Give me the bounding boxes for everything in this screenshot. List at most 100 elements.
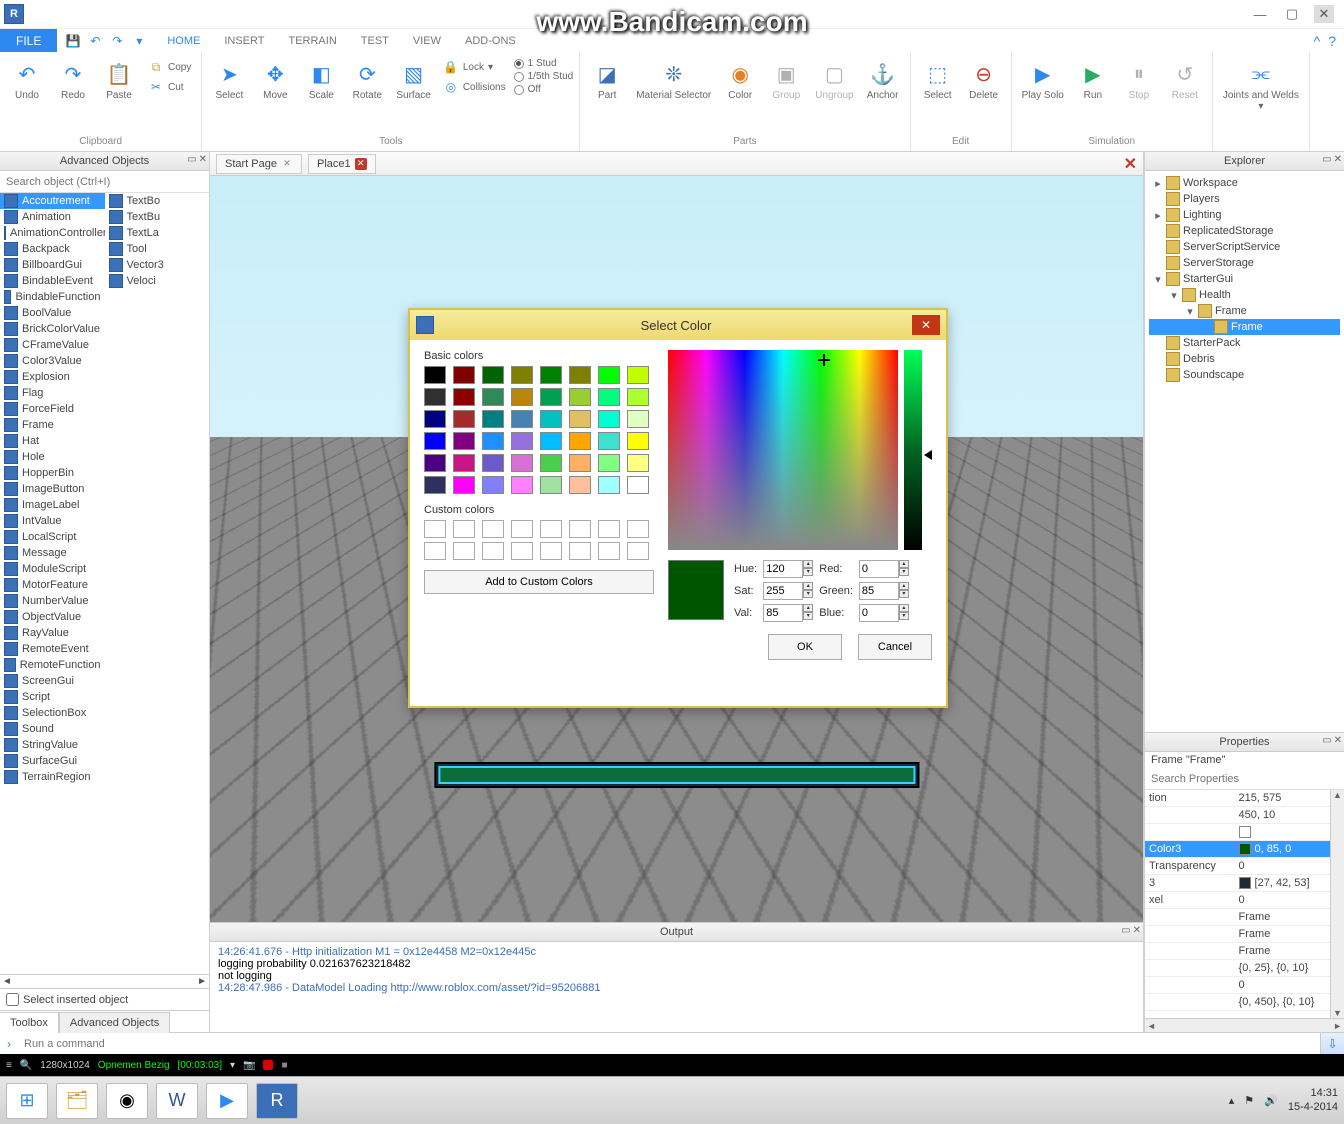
object-list-hscroll[interactable]: ◄► [0,974,209,988]
custom-color-swatch[interactable] [482,520,504,538]
hue-spinner[interactable]: ▴▾ [803,560,813,578]
green-spinner[interactable]: ▴▾ [899,582,909,600]
group-button[interactable]: ▣Group [765,56,807,103]
luminance-slider[interactable] [904,350,922,550]
redo-qat-icon[interactable]: ↷ [109,33,125,49]
color-swatch[interactable] [569,388,591,406]
minimize-button[interactable]: — [1250,5,1270,23]
property-row[interactable]: Frame [1145,926,1344,943]
color-swatch[interactable] [598,366,620,384]
object-item[interactable]: Backpack [0,241,105,257]
bc-camera-icon[interactable]: 📷 [243,1060,255,1071]
color-swatch[interactable] [424,476,446,494]
object-item[interactable]: RayValue [0,625,105,641]
object-item[interactable]: BindableEvent [0,273,105,289]
tree-node[interactable]: ▾Health [1149,287,1340,303]
sat-input[interactable] [763,582,803,600]
object-item[interactable]: AnimationController [0,225,105,241]
color-swatch[interactable] [627,388,649,406]
taskbar-clock[interactable]: 14:31 15-4-2014 [1288,1087,1338,1113]
doc-tab-startpage[interactable]: Start Page✕ [216,154,302,174]
property-row[interactable]: tion215, 575 [1145,790,1344,807]
object-item[interactable]: TerrainRegion [0,769,105,785]
color-swatch[interactable] [482,454,504,472]
tab-insert[interactable]: INSERT [212,31,276,51]
object-item[interactable]: Message [0,545,105,561]
custom-color-swatch[interactable] [540,542,562,560]
panel-float-icon[interactable]: ▭ [1322,154,1331,165]
color-button[interactable]: ◉Color [719,56,761,103]
color-spectrum[interactable] [668,350,898,550]
health-bar-gui[interactable] [434,762,919,788]
object-search-input[interactable] [0,171,209,192]
property-row[interactable]: {0, 25}, {0, 10} [1145,960,1344,977]
lock-button[interactable]: 🔒Lock ▾ [439,58,510,76]
tray-volume-icon[interactable]: 🔊 [1264,1094,1278,1107]
collisions-button[interactable]: ◎Collisions [439,78,510,96]
ungroup-button[interactable]: ▢Ungroup [811,56,857,103]
tray-flag-icon[interactable]: ⚑ [1244,1094,1254,1107]
tab-view[interactable]: VIEW [401,31,453,51]
object-item[interactable]: Veloci [105,273,210,289]
color-swatch[interactable] [598,454,620,472]
object-item[interactable]: Script [0,689,105,705]
tree-node[interactable]: StarterPack [1149,335,1340,351]
color-swatch[interactable] [569,410,591,428]
object-item[interactable]: ImageLabel [0,497,105,513]
tab-addons[interactable]: ADD-ONS [453,31,528,51]
select-inserted-checkbox[interactable]: Select inserted object [0,988,209,1010]
custom-color-swatch[interactable] [453,520,475,538]
qat-dropdown-icon[interactable]: ▾ [131,33,147,49]
sat-spinner[interactable]: ▴▾ [803,582,813,600]
tree-node[interactable]: ServerScriptService [1149,239,1340,255]
object-item[interactable]: HopperBin [0,465,105,481]
color-swatch[interactable] [482,432,504,450]
object-item[interactable]: BindableFunction [0,289,105,305]
object-item[interactable]: RemoteEvent [0,641,105,657]
tab-test[interactable]: TEST [349,31,401,51]
object-item[interactable]: LocalScript [0,529,105,545]
chrome-taskbar-icon[interactable]: ◉ [106,1083,148,1119]
color-swatch[interactable] [453,366,475,384]
color-swatch[interactable] [482,366,504,384]
property-row[interactable]: xel0 [1145,892,1344,909]
object-item[interactable]: BillboardGui [0,257,105,273]
maximize-button[interactable]: ▢ [1282,5,1302,23]
color-swatch[interactable] [540,366,562,384]
object-item[interactable]: ScreenGui [0,673,105,689]
custom-color-swatch[interactable] [540,520,562,538]
object-item[interactable]: ImageButton [0,481,105,497]
object-item[interactable]: Frame [0,417,105,433]
properties-vscroll[interactable]: ▲▼ [1330,790,1344,1018]
select-edit-button[interactable]: ⬚Select [917,56,959,103]
properties-hscroll[interactable]: ◄► [1145,1018,1344,1032]
panel-close-icon[interactable]: ✕ [1334,154,1342,165]
custom-color-swatch[interactable] [453,542,475,560]
color-swatch[interactable] [482,410,504,428]
color-swatch[interactable] [627,454,649,472]
start-button[interactable]: ⊞ [6,1083,48,1119]
object-item[interactable]: BrickColorValue [0,321,105,337]
object-item[interactable]: Flag [0,385,105,401]
bc-search-icon[interactable]: 🔍 [20,1060,32,1071]
tab-terrain[interactable]: TERRAIN [276,31,348,51]
save-icon[interactable]: 💾 [65,33,81,49]
property-row[interactable] [1145,824,1344,841]
panel-float-icon[interactable]: ▭ [1121,925,1130,936]
copy-button[interactable]: ⧉Copy [144,58,195,76]
play-solo-button[interactable]: ▶Play Solo [1018,56,1068,103]
bc-record-icon[interactable] [263,1060,273,1070]
part-button[interactable]: ◪Part [586,56,628,103]
color-swatch[interactable] [540,410,562,428]
custom-color-swatch[interactable] [598,542,620,560]
color-swatch[interactable] [569,454,591,472]
object-item[interactable]: RemoteFunction [0,657,105,673]
rotate-tool-button[interactable]: ⟳Rotate [346,56,388,103]
toolbox-tab[interactable]: Toolbox [0,1012,59,1033]
custom-color-swatch[interactable] [627,520,649,538]
reset-button[interactable]: ↺Reset [1164,56,1206,103]
property-row[interactable]: 450, 10 [1145,807,1344,824]
panel-close-icon[interactable]: ✕ [1334,735,1342,746]
object-item[interactable]: IntValue [0,513,105,529]
custom-color-swatch[interactable] [569,520,591,538]
